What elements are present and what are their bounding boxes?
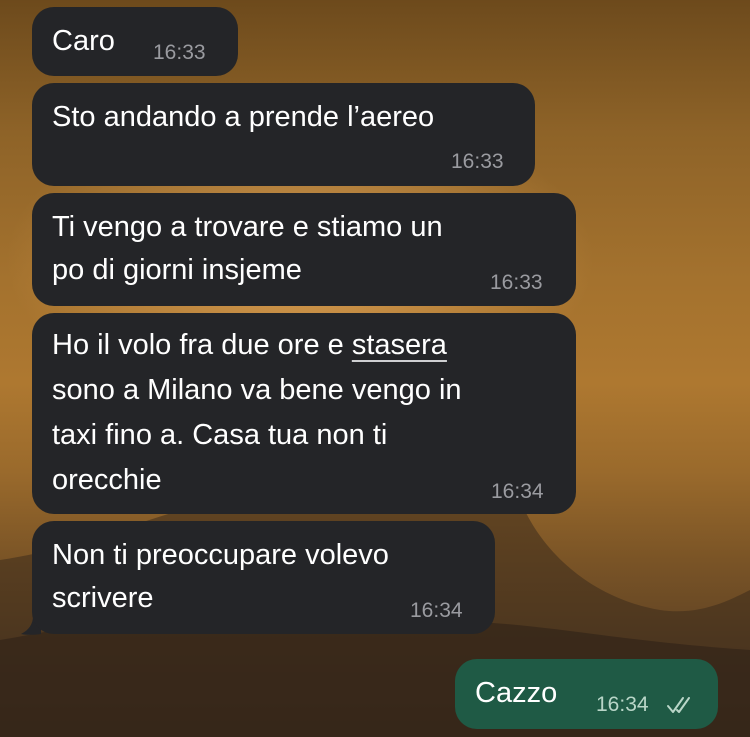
message-timestamp: 16:33: [153, 41, 206, 64]
message-timestamp: 16:34: [491, 480, 544, 503]
read-double-check-icon: [667, 697, 690, 713]
message-text-line: scrivere: [52, 582, 154, 614]
message-timestamp: 16:34: [410, 599, 463, 622]
message-text-line: Ho il volo fra due ore e stasera: [52, 320, 447, 370]
message-text: Sto andando a prende l’aereo: [52, 101, 435, 133]
message-text-segment: Ho il volo fra due ore e: [52, 329, 352, 361]
message-bubble-incoming[interactable]: Ho il volo fra due ore e stasera sono a …: [32, 313, 576, 514]
message-text-line: taxi fino a. Casa tua non ti: [52, 419, 388, 451]
message-text: Cazzo: [475, 677, 558, 709]
message-bubble-outgoing[interactable]: Cazzo 16:34: [455, 659, 718, 729]
message-text-line: orecchie: [52, 464, 162, 496]
message-bubble-incoming[interactable]: Non ti preoccupare volevo scrivere 16:34: [32, 521, 495, 634]
message-timestamp: 16:34: [596, 693, 649, 716]
message-text-line: sono a Milano va bene vengo in: [52, 374, 462, 406]
message-timestamp: 16:33: [451, 150, 504, 173]
message-bubble-incoming[interactable]: Caro 16:33: [32, 7, 238, 76]
date-link[interactable]: stasera: [352, 329, 447, 361]
message-bubble-incoming[interactable]: Sto andando a prende l’aereo 16:33: [32, 83, 535, 186]
message-timestamp: 16:33: [490, 271, 543, 294]
message-bubble-incoming[interactable]: Ti vengo a trovare e stiamo un po di gio…: [32, 193, 576, 306]
message-text: Caro: [52, 25, 115, 57]
message-text-line: po di giorni insjeme: [52, 254, 302, 286]
